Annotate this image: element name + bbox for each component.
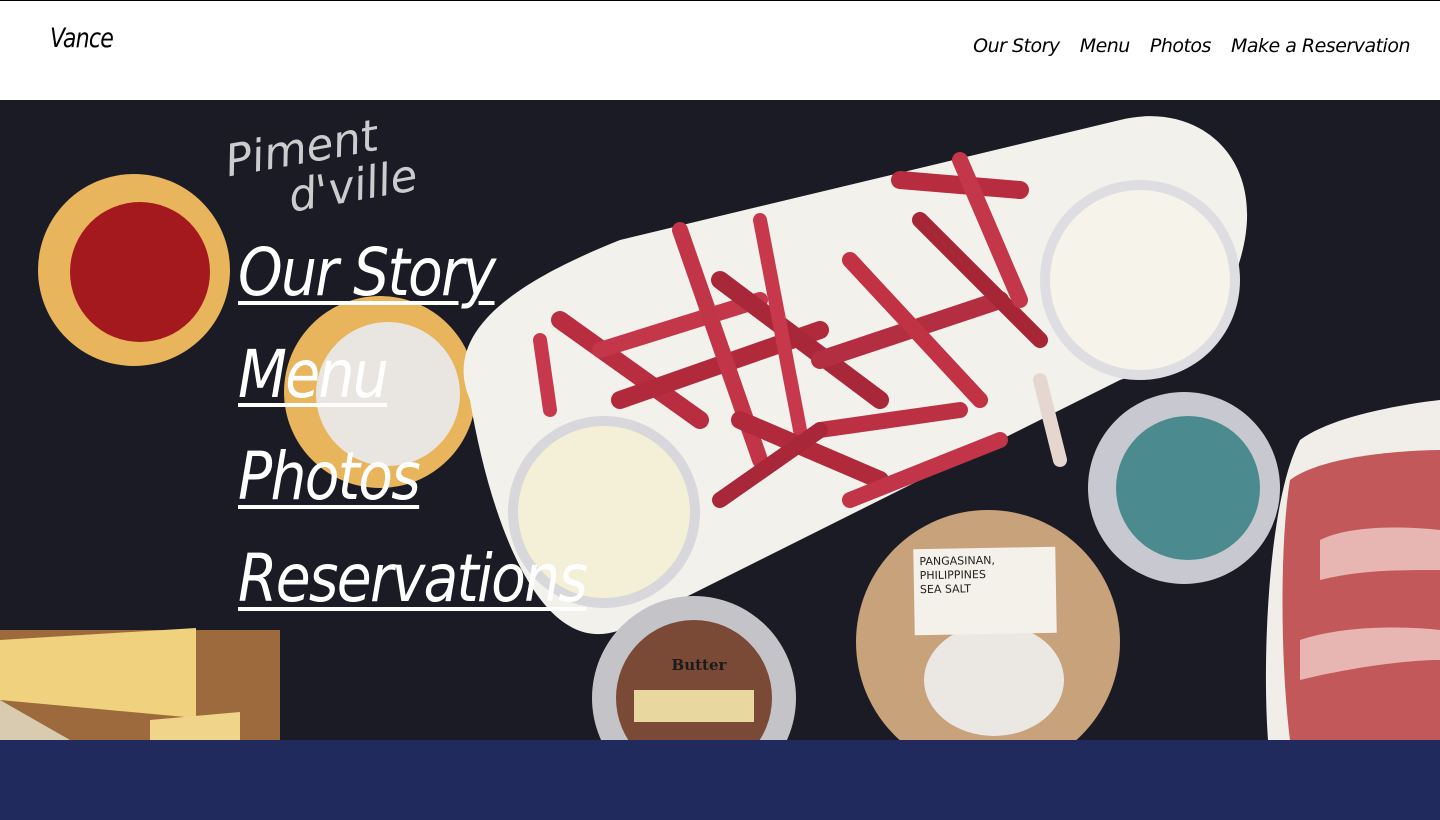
hero-image: Piment d'ville PANGASINAN, PHILIPPINES S…: [0, 100, 1440, 740]
salt-card: PANGASINAN, PHILIPPINES SEA SALT: [913, 546, 1057, 636]
hero-link-photos[interactable]: Photos: [238, 434, 421, 520]
hero-link-menu[interactable]: Menu: [238, 332, 389, 418]
main-nav: Our Story Menu Photos Make a Reservation: [973, 35, 1410, 57]
nav-photos[interactable]: Photos: [1150, 35, 1212, 57]
hero-links: Our Story Menu Photos Reservations: [238, 230, 643, 622]
butter-label: Butter: [671, 656, 727, 674]
salt-card-line: PANGASINAN, PHILIPPINES: [919, 553, 996, 583]
food-spread-photo: [0, 100, 1440, 740]
site-logo[interactable]: Vance: [50, 23, 114, 54]
nav-our-story[interactable]: Our Story: [973, 35, 1060, 57]
footer-band: [0, 740, 1440, 820]
hero-link-our-story[interactable]: Our Story: [238, 230, 496, 316]
salt-card-line: SEA SALT: [919, 582, 972, 597]
hero-link-reservations[interactable]: Reservations: [238, 536, 588, 622]
nav-make-a-reservation[interactable]: Make a Reservation: [1231, 35, 1411, 57]
site-header: Vance Our Story Menu Photos Make a Reser…: [0, 0, 1440, 100]
nav-menu[interactable]: Menu: [1080, 35, 1131, 57]
